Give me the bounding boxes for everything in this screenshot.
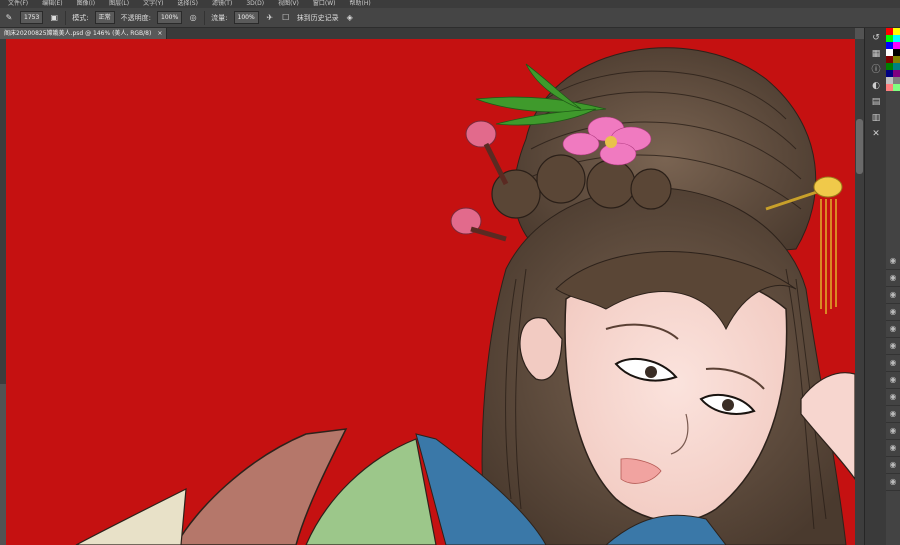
menu-bar: 文件(F) 编辑(E) 图像(I) 图层(L) 文字(Y) 选择(S) 滤镜(T) 3D(D)… — [0, 0, 900, 8]
channels-icon[interactable]: ▥ — [869, 112, 883, 124]
layer-visibility-eye-icon[interactable]: ◉ — [886, 270, 900, 287]
layer-visibility-eye-icon[interactable]: ◉ — [886, 440, 900, 457]
color-swatch[interactable] — [886, 77, 893, 84]
swatches-icon[interactable]: ▦ — [869, 48, 883, 60]
color-swatch[interactable] — [893, 77, 900, 84]
color-swatch[interactable] — [893, 49, 900, 56]
adjustments-icon[interactable]: ◐ — [869, 80, 883, 92]
menu-item[interactable]: 帮助(H) — [350, 0, 371, 8]
color-swatch[interactable] — [893, 56, 900, 63]
options-bar: ✎ 1753 ▣ 模式: 正常 不透明度: 100% ◎ 流量: 100% ✈ … — [0, 8, 900, 28]
opacity-field[interactable]: 100% — [157, 11, 183, 24]
paths-icon[interactable]: ✕ — [869, 128, 883, 140]
layer-visibility-eye-icon[interactable]: ◉ — [886, 389, 900, 406]
separator — [65, 10, 67, 25]
mode-label: 模式: — [72, 13, 89, 22]
color-swatch[interactable] — [893, 70, 900, 77]
color-swatch[interactable] — [893, 35, 900, 42]
color-swatch[interactable] — [886, 49, 893, 56]
layers-icon[interactable]: ▤ — [869, 96, 883, 108]
color-swatch[interactable] — [886, 42, 893, 49]
layer-visibility-eye-icon[interactable]: ◉ — [886, 338, 900, 355]
history-icon[interactable]: ↺ — [869, 32, 883, 44]
layer-visibility-eye-icon[interactable]: ◉ — [886, 287, 900, 304]
color-swatch[interactable] — [886, 84, 893, 91]
color-swatch[interactable] — [886, 35, 893, 42]
menu-item[interactable]: 3D(D) — [246, 0, 264, 8]
brush-size-field[interactable]: 1753 — [20, 11, 44, 24]
layers-panel[interactable]: ◉ ◉ ◉ ◉ ◉ ◉ ◉ ◉ ◉ ◉ ◉ ◉ ◉ ◉ — [886, 253, 900, 491]
layer-visibility-eye-icon[interactable]: ◉ — [886, 406, 900, 423]
layer-visibility-eye-icon[interactable]: ◉ — [886, 457, 900, 474]
brush-preset-icon[interactable]: ✎ — [4, 13, 14, 23]
layer-visibility-eye-icon[interactable]: ◉ — [886, 372, 900, 389]
color-swatch[interactable] — [886, 28, 893, 35]
right-iris — [722, 399, 734, 411]
robe-cream — [75, 487, 187, 545]
layer-visibility-eye-icon[interactable]: ◉ — [886, 423, 900, 440]
history-label: 抹到历史记录 — [296, 13, 339, 22]
brush-panel-icon[interactable]: ▣ — [49, 13, 59, 23]
panel-dock: ↺ ▦ ⓘ ◐ ▤ ▥ ✕ — [864, 28, 887, 545]
menu-item[interactable]: 文字(Y) — [143, 0, 163, 8]
menu-item[interactable]: 图像(I) — [77, 0, 95, 8]
color-swatch[interactable] — [893, 63, 900, 70]
menu-item[interactable]: 窗口(W) — [313, 0, 336, 8]
flow-label: 流量: — [211, 13, 228, 22]
color-swatch[interactable] — [886, 63, 893, 70]
separator — [204, 10, 206, 25]
color-swatch[interactable] — [886, 70, 893, 77]
document-tab-title: 阁床20200825嫦娥美人.psd @ 146% (美人, RGB/8) — [4, 30, 152, 37]
layer-visibility-eye-icon[interactable]: ◉ — [886, 321, 900, 338]
color-swatch[interactable] — [893, 42, 900, 49]
artwork — [75, 47, 855, 545]
menu-item[interactable]: 选择(S) — [177, 0, 198, 8]
vertical-scrollbar[interactable] — [855, 39, 864, 545]
close-icon[interactable]: × — [157, 28, 162, 39]
pressure-size-icon[interactable]: ◈ — [345, 13, 355, 23]
history-checkbox[interactable]: ☐ — [281, 13, 291, 23]
color-swatch[interactable] — [886, 56, 893, 63]
layer-visibility-eye-icon[interactable]: ◉ — [886, 253, 900, 270]
layer-visibility-eye-icon[interactable]: ◉ — [886, 304, 900, 321]
flow-field[interactable]: 100% — [233, 11, 259, 24]
mode-select[interactable]: 正常 — [94, 11, 115, 24]
color-swatch[interactable] — [893, 84, 900, 91]
menu-item[interactable]: 视图(V) — [278, 0, 299, 8]
airbrush-icon[interactable]: ✈ — [265, 13, 275, 23]
menu-item[interactable]: 文件(F) — [8, 0, 28, 8]
document-canvas[interactable] — [6, 39, 855, 545]
document-tab[interactable]: 阁床20200825嫦娥美人.psd @ 146% (美人, RGB/8) × — [0, 28, 168, 39]
layer-visibility-eye-icon[interactable]: ◉ — [886, 355, 900, 372]
menu-item[interactable]: 图层(L) — [109, 0, 129, 8]
layer-visibility-eye-icon[interactable]: ◉ — [886, 474, 900, 491]
left-iris — [645, 366, 657, 378]
info-icon[interactable]: ⓘ — [869, 64, 883, 76]
menu-item[interactable]: 编辑(E) — [42, 0, 62, 8]
side-panels: ◉ ◉ ◉ ◉ ◉ ◉ ◉ ◉ ◉ ◉ ◉ ◉ ◉ ◉ — [886, 28, 900, 545]
pressure-opacity-icon[interactable]: ◎ — [188, 13, 198, 23]
document-tab-bar: 阁床20200825嫦娥美人.psd @ 146% (美人, RGB/8) × — [0, 28, 855, 39]
scrollbar-thumb[interactable] — [856, 119, 863, 174]
color-swatch[interactable] — [893, 28, 900, 35]
menu-item[interactable]: 滤镜(T) — [212, 0, 232, 8]
opacity-label: 不透明度: — [120, 13, 152, 22]
